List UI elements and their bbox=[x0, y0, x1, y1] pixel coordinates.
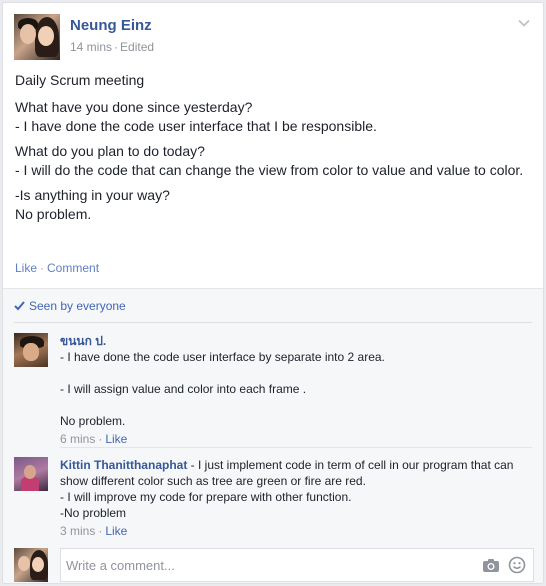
comment-timestamp[interactable]: 6 mins bbox=[60, 432, 95, 446]
comment-like-button[interactable]: Like bbox=[105, 432, 127, 446]
comment-line: No problem. bbox=[60, 414, 126, 428]
smile-icon[interactable] bbox=[508, 556, 526, 574]
post-text: Daily Scrum meeting What have you done s… bbox=[15, 71, 531, 232]
comment-text: Kittin Thanitthanaphat - I just implemen… bbox=[60, 458, 514, 488]
commenter-avatar[interactable] bbox=[14, 333, 48, 367]
post-paragraph-3: -Is anything in your way? No problem. bbox=[15, 187, 170, 222]
divider bbox=[60, 447, 532, 448]
post-timestamp[interactable]: 14 mins bbox=[70, 40, 112, 54]
commenter-avatar[interactable] bbox=[14, 457, 48, 491]
current-user-avatar[interactable] bbox=[14, 548, 48, 582]
post-paragraph-2: What do you plan to do today? - I will d… bbox=[15, 143, 524, 178]
comment-item: Kittin Thanitthanaphat - I just implemen… bbox=[14, 457, 534, 541]
post-actions: Like · Comment bbox=[15, 261, 100, 275]
comment-line: - I will assign value and color into eac… bbox=[60, 382, 307, 396]
author-avatar[interactable] bbox=[14, 14, 60, 60]
seen-by-label: Seen by everyone bbox=[29, 299, 126, 313]
divider bbox=[14, 322, 532, 323]
comment-button[interactable]: Comment bbox=[47, 261, 99, 275]
seen-by-row[interactable]: Seen by everyone bbox=[14, 299, 126, 313]
post-author-name[interactable]: Neung Einz bbox=[70, 17, 152, 34]
camera-icon[interactable] bbox=[482, 556, 500, 574]
post-edited-label[interactable]: Edited bbox=[120, 40, 154, 54]
post-card: Neung Einz 14 mins · Edited Daily Scrum me… bbox=[2, 2, 544, 584]
comment-body: Kittin Thanitthanaphat - I just implemen… bbox=[60, 457, 534, 539]
comment-timestamp[interactable]: 3 mins bbox=[60, 524, 95, 538]
comment-like-button[interactable]: Like bbox=[105, 524, 127, 538]
post-paragraph-1: What have you done since yesterday? - I … bbox=[15, 99, 377, 134]
post-line-title: Daily Scrum meeting bbox=[15, 72, 145, 88]
comment-meta: 3 mins · Like bbox=[60, 524, 128, 538]
chevron-down-icon[interactable] bbox=[514, 16, 534, 36]
comment-body: ขนนก ป. - I have done the code user inte… bbox=[60, 333, 534, 447]
comment-line: -No problem bbox=[60, 506, 127, 520]
post-header: Neung Einz 14 mins · Edited bbox=[14, 14, 534, 62]
commenter-name[interactable]: Kittin Thanitthanaphat bbox=[60, 458, 187, 472]
comment-meta: 6 mins · Like bbox=[60, 432, 128, 446]
comment-input[interactable] bbox=[60, 548, 534, 582]
comment-line: - I will improve my code for prepare wit… bbox=[60, 490, 352, 504]
comment-composer bbox=[14, 548, 534, 582]
check-icon bbox=[14, 301, 25, 311]
comment-line: - I have done the code user interface by… bbox=[60, 350, 385, 364]
like-button[interactable]: Like bbox=[15, 261, 37, 275]
post-meta: 14 mins · Edited bbox=[70, 40, 155, 54]
comment-item: ขนนก ป. - I have done the code user inte… bbox=[14, 333, 534, 453]
commenter-name[interactable]: ขนนก ป. bbox=[60, 334, 106, 348]
comments-area: Seen by everyone ขนนก ป. - I have done t… bbox=[3, 288, 543, 583]
